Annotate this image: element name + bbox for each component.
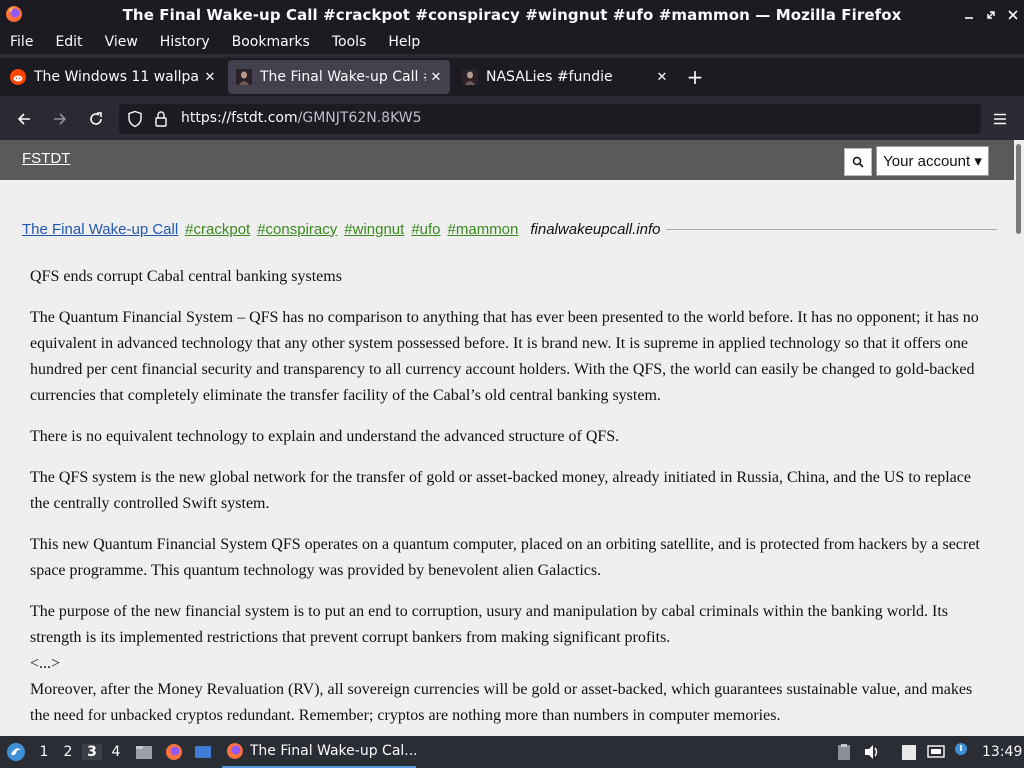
lock-icon[interactable]	[154, 110, 168, 128]
firefox-launcher-icon[interactable]	[165, 743, 183, 761]
post-title-link[interactable]: The Final Wake-up Call	[22, 221, 178, 238]
post-paragraph: The Quantum Financial System – QFS has n…	[30, 309, 979, 404]
forward-arrow-icon	[54, 113, 67, 125]
fstdt-icon	[236, 69, 252, 85]
tag-mammon[interactable]: #mammon	[448, 221, 519, 238]
post-paragraph: This new Quantum Financial System QFS op…	[30, 536, 980, 579]
url-path: /GMNJT62N.8KW5	[297, 110, 422, 126]
tab-close-icon[interactable]: ✕	[200, 70, 220, 85]
tab-close-icon[interactable]: ✕	[426, 70, 446, 85]
post-paragraph: There is no equivalent technology to exp…	[30, 428, 620, 445]
tab-label: NASALies #fundie	[486, 69, 613, 85]
network-icon[interactable]	[927, 743, 945, 761]
firefox-icon	[6, 6, 22, 22]
new-tab-button[interactable]: +	[684, 66, 706, 88]
taskbar-firefox-window[interactable]: The Final Wake-up Cal...	[222, 736, 416, 768]
menu-bar: File Edit View History Bookmarks Tools H…	[0, 30, 1024, 54]
minimize-icon[interactable]	[958, 6, 980, 24]
tab-label: The Windows 11 wallpap	[34, 69, 200, 85]
tab-final-wakeup-call[interactable]: The Final Wake-up Call # ✕	[228, 60, 450, 94]
workspace-1[interactable]: 1	[34, 744, 54, 760]
system-taskbar: 1 2 3 4 The Final Wake-up Cal... 13:49	[0, 736, 1024, 768]
shield-icon[interactable]	[127, 110, 143, 128]
post-ellipsis: <...>	[30, 655, 61, 672]
tab-windows-wallpaper[interactable]: The Windows 11 wallpap ✕	[2, 60, 224, 94]
clock: 13:49	[982, 744, 1023, 760]
menu-view[interactable]: View	[94, 34, 149, 50]
tag-conspiracy[interactable]: #conspiracy	[257, 221, 337, 238]
menu-help[interactable]: Help	[377, 34, 431, 50]
window-controls	[958, 6, 1024, 24]
tab-label: The Final Wake-up Call #	[260, 69, 426, 85]
menu-history[interactable]: History	[149, 34, 221, 50]
menu-bookmarks[interactable]: Bookmarks	[221, 34, 321, 50]
site-search-button[interactable]	[844, 148, 872, 176]
app-menu-button[interactable]	[988, 107, 1012, 131]
menu-edit[interactable]: Edit	[44, 34, 93, 50]
notes-icon[interactable]	[900, 743, 918, 761]
menu-tools[interactable]: Tools	[321, 34, 378, 50]
tag-crackpot[interactable]: #crackpot	[185, 221, 250, 238]
url-host: https://fstdt.com	[181, 110, 298, 126]
close-icon[interactable]	[1002, 6, 1024, 24]
search-icon	[852, 156, 864, 168]
window-titlebar: The Final Wake-up Call #crackpot #conspi…	[0, 0, 1024, 30]
workspace-4[interactable]: 4	[106, 744, 126, 760]
tag-wingnut[interactable]: #wingnut	[344, 221, 404, 238]
tag-ufo[interactable]: #ufo	[411, 221, 440, 238]
url-bar[interactable]: https://fstdt.com/GMNJT62N.8KW5	[119, 104, 981, 134]
post-paragraph: The purpose of the new financial system …	[30, 603, 949, 646]
post-paragraph: The QFS system is the new global network…	[30, 469, 971, 512]
restore-icon[interactable]	[980, 6, 1002, 24]
reddit-icon	[10, 69, 26, 85]
menu-file[interactable]: File	[0, 34, 44, 50]
reload-button[interactable]	[84, 107, 108, 131]
window-title: The Final Wake-up Call #crackpot #conspi…	[122, 6, 902, 24]
tab-close-icon[interactable]: ✕	[652, 70, 672, 85]
tab-nasalies[interactable]: NASALies #fundie ✕	[454, 60, 676, 94]
header-divider	[666, 228, 997, 230]
clipboard-icon[interactable]	[835, 743, 853, 761]
page-scrollbar[interactable]	[1014, 140, 1024, 736]
post-source: finalwakeupcall.info	[530, 220, 661, 238]
workspace-3[interactable]: 3	[82, 744, 102, 760]
back-arrow-icon	[17, 113, 30, 125]
post-paragraph: QFS ends corrupt Cabal central banking s…	[30, 268, 342, 285]
forward-button[interactable]	[48, 107, 72, 131]
hamburger-menu-icon	[994, 113, 1006, 125]
account-dropdown-button[interactable]: Your account ▾	[876, 146, 989, 176]
web-page: FSTDT Your account ▾ The Final Wake-up C…	[0, 140, 1014, 736]
reload-icon	[90, 112, 102, 125]
site-logo-link[interactable]: FSTDT	[22, 150, 70, 167]
back-button[interactable]	[12, 107, 36, 131]
url-text[interactable]: https://fstdt.com/GMNJT62N.8KW5	[181, 110, 422, 126]
volume-icon[interactable]	[863, 743, 881, 761]
post-paragraph: Moreover, after the Money Revaluation (R…	[30, 681, 973, 724]
notification-icon[interactable]	[952, 741, 970, 759]
show-desktop-icon[interactable]	[194, 743, 212, 761]
site-header: FSTDT Your account ▾	[0, 140, 1014, 180]
scrollbar-thumb[interactable]	[1016, 144, 1021, 234]
workspace-2[interactable]: 2	[58, 744, 78, 760]
start-menu-icon[interactable]	[6, 742, 26, 762]
post-body: QFS ends corrupt Cabal central banking s…	[30, 264, 990, 729]
post-header: The Final Wake-up Call #crackpot #conspi…	[22, 220, 997, 238]
task-label: The Final Wake-up Cal...	[249, 743, 416, 759]
fstdt-icon	[462, 69, 478, 85]
file-manager-icon[interactable]	[135, 743, 153, 761]
firefox-icon	[226, 743, 243, 759]
